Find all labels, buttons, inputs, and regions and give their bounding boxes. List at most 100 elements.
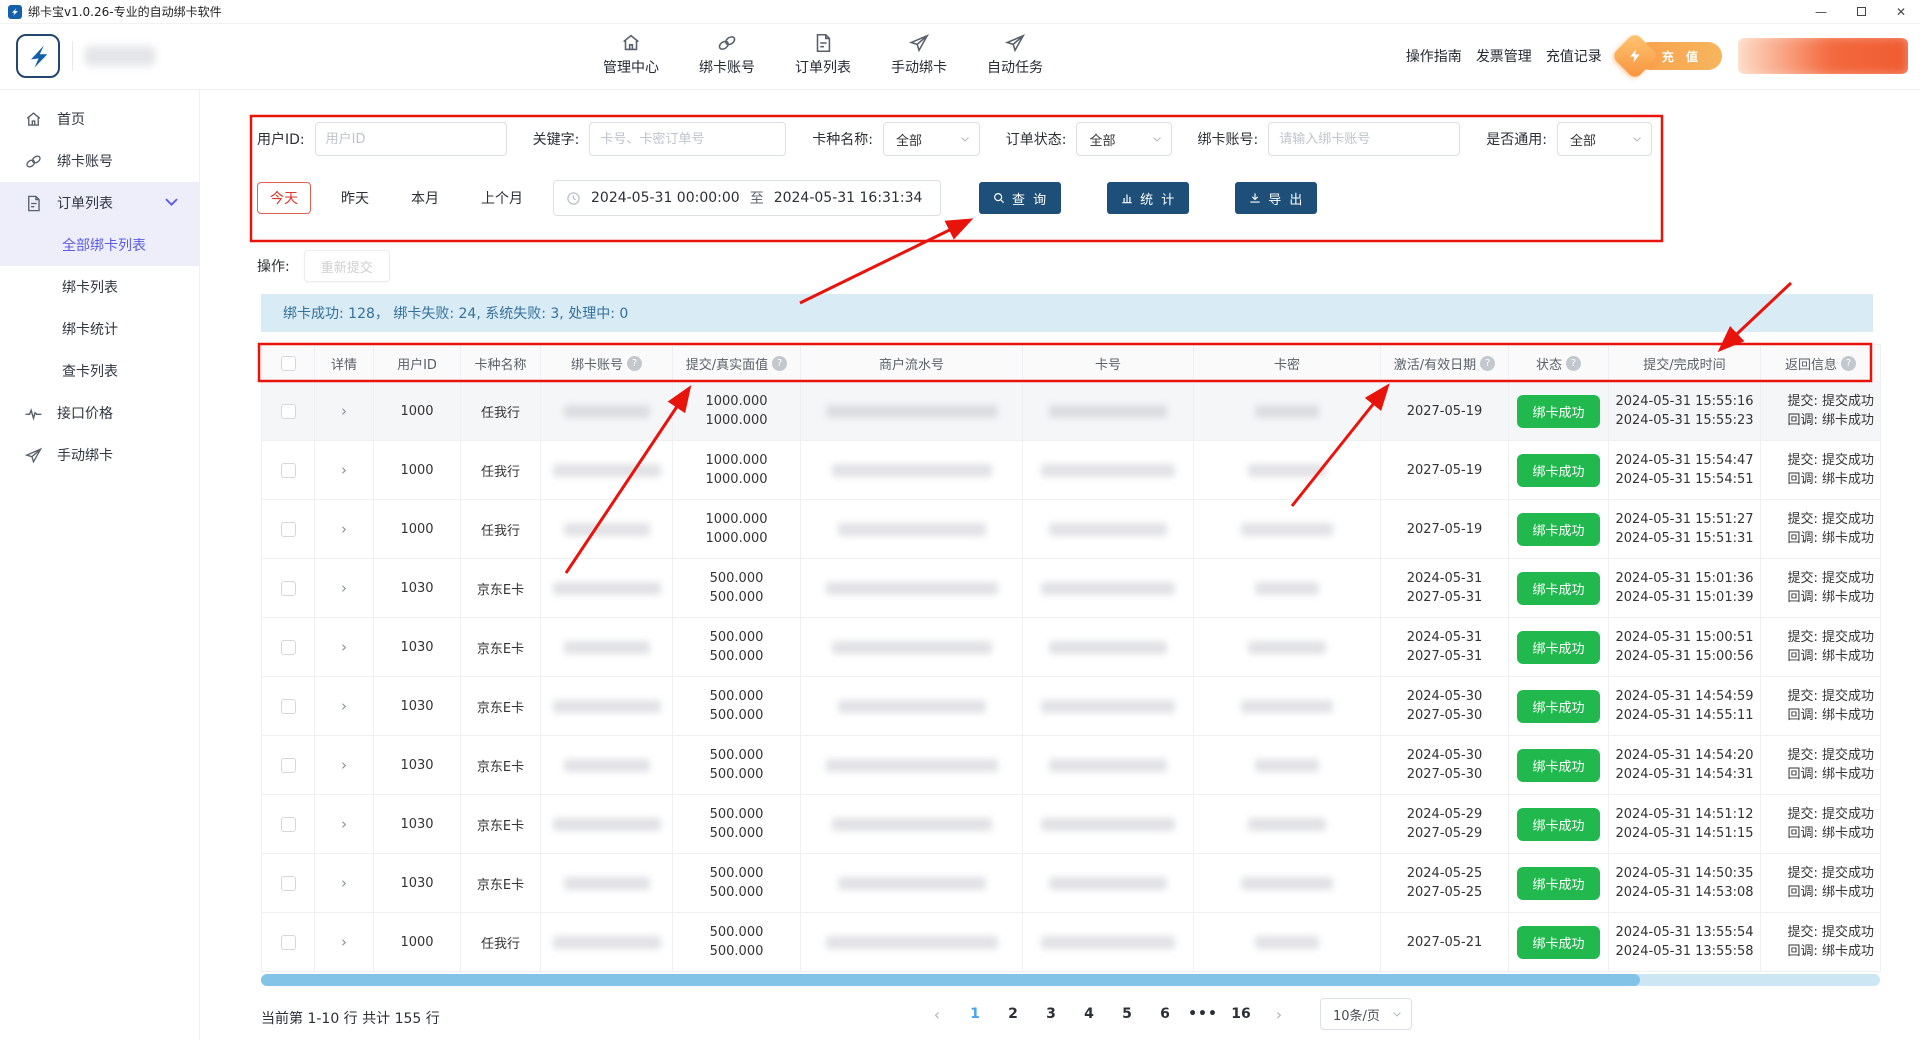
horizontal-scrollbar-thumb[interactable]: [261, 974, 1640, 986]
column-header: 详情: [315, 345, 374, 382]
cell-return-info: 提交: 提交成功回调: 绑卡成功: [1761, 795, 1881, 854]
export-button[interactable]: 导 出: [1235, 182, 1317, 214]
sidebar-item-all-bind-list[interactable]: 全部绑卡列表: [0, 224, 199, 266]
expand-row-icon[interactable]: ›: [341, 402, 347, 420]
help-icon[interactable]: ?: [1841, 356, 1856, 371]
sidebar-item-manual-bind[interactable]: 手动绑卡: [0, 434, 199, 476]
document-icon: [24, 194, 43, 213]
pagination-info: 当前第 1-10 行 共计 155 行: [261, 1008, 440, 1028]
table-row: ›1030京东E卡500.000500.0002024-05-312027-05…: [262, 618, 1881, 677]
nav-item-manage-center[interactable]: 管理中心: [598, 32, 664, 77]
page-size-select[interactable]: 10条/页: [1320, 998, 1412, 1030]
cell-card-number-masked: [1023, 677, 1194, 736]
masked-action-button[interactable]: [1738, 38, 1908, 74]
sidebar-item-bind-list[interactable]: 绑卡列表: [0, 266, 199, 308]
clock-icon: [566, 191, 581, 206]
nav-item-auto-tasks[interactable]: 自动任务: [982, 32, 1048, 77]
quick-date-this-month[interactable]: 本月: [399, 182, 451, 214]
date-range-input[interactable]: 2024-05-31 00:00:00 至 2024-05-31 16:31:3…: [553, 180, 941, 216]
bind-account-label: 绑卡账号:: [1198, 129, 1259, 149]
help-icon[interactable]: ?: [627, 356, 642, 371]
row-checkbox[interactable]: [281, 817, 296, 832]
nav-item-order-list[interactable]: 订单列表: [790, 32, 856, 77]
query-button[interactable]: 查 询: [979, 182, 1061, 214]
sidebar-item-bind-stats[interactable]: 绑卡统计: [0, 308, 199, 350]
row-checkbox[interactable]: [281, 640, 296, 655]
row-checkbox[interactable]: [281, 876, 296, 891]
close-button[interactable]: ✕: [1896, 6, 1906, 18]
page-ellipsis[interactable]: •••: [1188, 999, 1218, 1029]
resubmit-button[interactable]: 重新提交: [304, 250, 390, 282]
page-number-button[interactable]: 5: [1112, 999, 1142, 1029]
quick-date-last-month[interactable]: 上个月: [469, 182, 535, 214]
help-icon[interactable]: ?: [772, 356, 787, 371]
download-icon: [1248, 191, 1262, 205]
cell-status: 绑卡成功: [1509, 382, 1609, 441]
universal-select[interactable]: 全部: [1557, 122, 1652, 156]
column-header: [262, 345, 315, 382]
bind-account-input[interactable]: [1268, 122, 1460, 156]
expand-row-icon[interactable]: ›: [341, 520, 347, 538]
quick-date-today[interactable]: 今天: [257, 182, 311, 214]
select-all-checkbox[interactable]: [281, 356, 296, 371]
stats-button[interactable]: 统 计: [1107, 182, 1189, 214]
page-number-button[interactable]: 3: [1036, 999, 1066, 1029]
row-checkbox[interactable]: [281, 935, 296, 950]
nav-item-bind-accounts[interactable]: 绑卡账号: [694, 32, 760, 77]
nav-item-manual-bind[interactable]: 手动绑卡: [886, 32, 952, 77]
page-number-button[interactable]: 6: [1150, 999, 1180, 1029]
row-checkbox[interactable]: [281, 463, 296, 478]
cell-card-secret-masked: [1194, 854, 1381, 913]
expand-row-icon[interactable]: ›: [341, 461, 347, 479]
cell-user-id: 1000: [374, 913, 461, 972]
sidebar-group-order-list[interactable]: 订单列表: [0, 182, 199, 224]
cell-user-id: 1030: [374, 736, 461, 795]
card-type-select[interactable]: 全部: [883, 122, 980, 156]
expand-row-icon[interactable]: ›: [341, 697, 347, 715]
quick-date-yesterday[interactable]: 昨天: [329, 182, 381, 214]
minimize-button[interactable]: —: [1815, 6, 1827, 18]
sidebar-item-api-prices[interactable]: 接口价格: [0, 392, 199, 434]
order-status-select[interactable]: 全部: [1076, 122, 1171, 156]
page-number-button[interactable]: 1: [960, 999, 990, 1029]
sidebar-item-check-card-list[interactable]: 查卡列表: [0, 350, 199, 392]
cell-return-info: 提交: 提交成功回调: 绑卡成功: [1761, 382, 1881, 441]
keyword-input[interactable]: [589, 122, 786, 156]
expand-row-icon[interactable]: ›: [341, 874, 347, 892]
recharge-button[interactable]: 充 值: [1618, 39, 1722, 73]
row-checkbox[interactable]: [281, 581, 296, 596]
cell-user-id: 1000: [374, 382, 461, 441]
help-icon[interactable]: ?: [1480, 356, 1495, 371]
link-operation-guide[interactable]: 操作指南: [1406, 46, 1462, 66]
column-header: 提交/真实面值?: [673, 345, 801, 382]
chevron-down-icon: [959, 133, 971, 145]
expand-row-icon[interactable]: ›: [341, 756, 347, 774]
expand-row-icon[interactable]: ›: [341, 933, 347, 951]
prev-page-button[interactable]: ‹: [922, 999, 952, 1029]
cell-card-secret-masked: [1194, 677, 1381, 736]
link-invoice-management[interactable]: 发票管理: [1476, 46, 1532, 66]
sidebar-item-home[interactable]: 首页: [0, 98, 199, 140]
status-badge: 绑卡成功: [1517, 513, 1599, 546]
row-checkbox[interactable]: [281, 404, 296, 419]
sidebar-item-bind-accounts[interactable]: 绑卡账号: [0, 140, 199, 182]
page-number-button[interactable]: 16: [1226, 999, 1256, 1029]
cell-bind-account-masked: [541, 441, 673, 500]
expand-row-icon[interactable]: ›: [341, 579, 347, 597]
cell-card-secret-masked: [1194, 913, 1381, 972]
link-recharge-records[interactable]: 充值记录: [1546, 46, 1602, 66]
user-id-input[interactable]: [315, 122, 507, 156]
row-checkbox[interactable]: [281, 522, 296, 537]
page-number-button[interactable]: 2: [998, 999, 1028, 1029]
cell-card-secret-masked: [1194, 559, 1381, 618]
page-number-button[interactable]: 4: [1074, 999, 1104, 1029]
expand-row-icon[interactable]: ›: [341, 638, 347, 656]
table-row: ›1030京东E卡500.000500.0002024-05-312027-05…: [262, 559, 1881, 618]
help-icon[interactable]: ?: [1566, 356, 1581, 371]
row-checkbox[interactable]: [281, 699, 296, 714]
next-page-button[interactable]: ›: [1264, 999, 1294, 1029]
maximize-button[interactable]: [1857, 6, 1866, 18]
expand-row-icon[interactable]: ›: [341, 815, 347, 833]
row-checkbox[interactable]: [281, 758, 296, 773]
column-header: 用户ID: [374, 345, 461, 382]
